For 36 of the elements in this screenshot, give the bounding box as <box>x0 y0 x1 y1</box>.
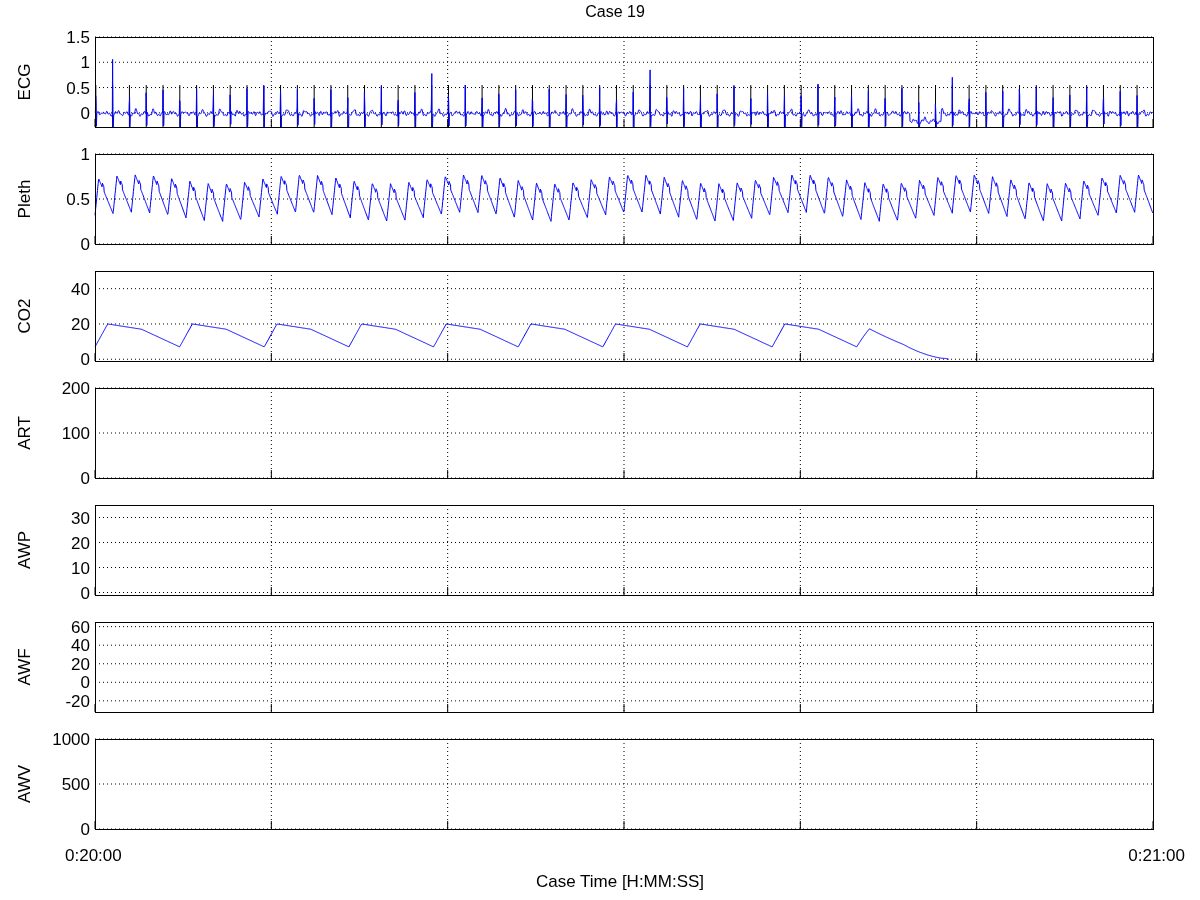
axis-label: AWP <box>15 530 35 570</box>
tick-label: 20 <box>71 314 90 334</box>
axis-label: Pleth <box>15 179 35 219</box>
tick-label: 1 <box>80 145 90 164</box>
tick-label: 0 <box>80 103 90 123</box>
tick-label: 20 <box>71 533 90 553</box>
tick-label: 60 <box>71 617 90 637</box>
tick-label: 40 <box>71 636 90 656</box>
axis-label: ECG <box>15 63 35 101</box>
axis-label: Case Time [H:MM:SS] <box>535 872 705 892</box>
tick-label: 1.5 <box>66 28 90 47</box>
tick-label: 30 <box>71 508 90 528</box>
tick-label: 1 <box>80 53 90 73</box>
axis-label: CO2 <box>15 298 35 334</box>
tick-label: 10 <box>71 558 90 578</box>
tick-label: 0 <box>80 673 90 693</box>
tick-label: 1000 <box>52 730 90 749</box>
tick-label: 0 <box>80 583 90 603</box>
chart-title: Case 19 <box>585 3 645 21</box>
tick-label: 0.5 <box>66 190 90 209</box>
tick-label: -20 <box>65 691 90 711</box>
axis-label: AWV <box>15 764 35 804</box>
tick-label: 0.5 <box>66 78 90 98</box>
tick-label: 0 <box>80 820 90 839</box>
tick-label: 200 <box>61 379 90 398</box>
tick-label: 40 <box>71 279 90 299</box>
axis-label: ART <box>15 416 35 450</box>
axis-label: AWF <box>15 648 35 686</box>
tick-label: 0 <box>80 235 90 254</box>
tick-label: 0 <box>80 350 90 370</box>
tick-label: 0:21:00 <box>1128 846 1185 866</box>
tick-label: 100 <box>61 424 90 443</box>
tick-label: 20 <box>71 654 90 674</box>
tick-label: 0 <box>80 469 90 488</box>
tick-label: 500 <box>61 775 90 794</box>
tick-label: 0:20:00 <box>65 846 122 866</box>
